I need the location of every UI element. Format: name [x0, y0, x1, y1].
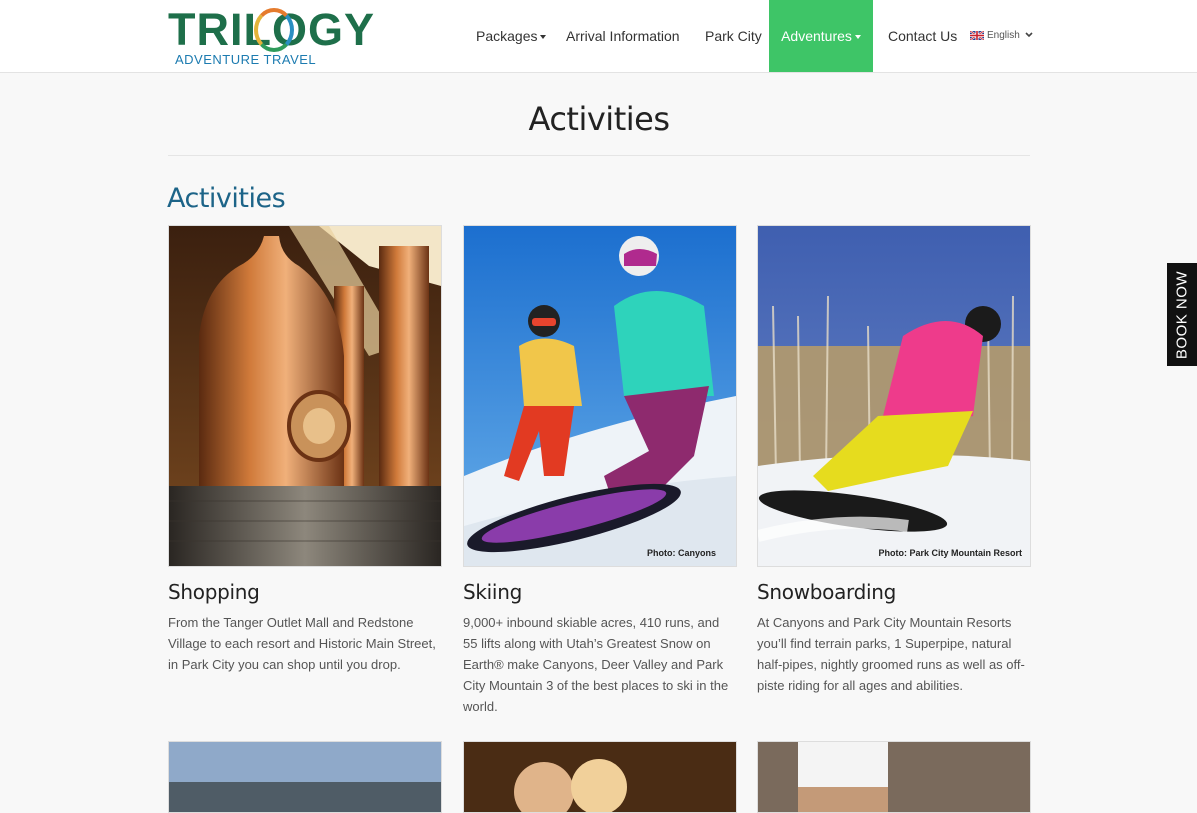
nav-adventures[interactable]: Adventures — [769, 0, 873, 72]
logo-subtitle: ADVENTURE TRAVEL — [175, 52, 317, 67]
book-now-tab[interactable]: BOOK NOW — [1167, 263, 1197, 366]
activity-card-skiing: Photo: Canyons Skiing 9,000+ inbound ski… — [463, 225, 737, 714]
page-title: Activities — [528, 100, 670, 138]
nav-packages[interactable]: Packages — [476, 0, 547, 72]
activity-card-shopping: Shopping From the Tanger Outlet Mall and… — [168, 225, 442, 672]
card-description: 9,000+ inbound skiable acres, 410 runs, … — [463, 615, 729, 714]
site-header: TRILOGY ADVENTURE TRAVEL Packages Arriva… — [0, 0, 1197, 73]
nav-contact-us[interactable]: Contact Us — [888, 0, 957, 72]
card-description: From the Tanger Outlet Mall and Redstone… — [168, 615, 436, 672]
nav-park-city-label: Park City — [705, 28, 762, 44]
nav-adventures-label: Adventures — [781, 28, 852, 44]
shopping-image[interactable] — [168, 225, 442, 567]
activity-image-row2-2[interactable] — [463, 741, 737, 813]
caret-down-icon — [540, 35, 547, 40]
book-now-label: BOOK NOW — [1173, 270, 1191, 359]
nav-contact-label: Contact Us — [888, 28, 958, 44]
card-title: Snowboarding — [757, 580, 897, 604]
photo-credit: Photo: Park City Mountain Resort — [878, 548, 1022, 558]
trilogy-logo[interactable]: TRILOGY ADVENTURE TRAVEL — [168, 6, 374, 68]
photo-credit: Photo: Canyons — [647, 548, 716, 558]
card-title: Shopping — [168, 580, 260, 604]
nav-park-city[interactable]: Park City — [705, 0, 762, 72]
card-title: Skiing — [463, 580, 522, 604]
language-label: English — [987, 30, 1020, 41]
title-divider — [168, 155, 1030, 156]
logo-ring-icon — [254, 8, 294, 52]
uk-flag-icon — [970, 30, 984, 40]
chevron-down-icon[interactable] — [1025, 0, 1033, 72]
caret-down-icon — [854, 35, 861, 40]
section-title: Activities — [167, 183, 286, 214]
activity-image-row2-1[interactable] — [168, 741, 442, 813]
activity-image-row2-3[interactable] — [757, 741, 1031, 813]
language-selector[interactable]: English — [970, 0, 1020, 72]
nav-arrival-information[interactable]: Arrival Information — [566, 0, 680, 72]
activity-card-snowboarding: Photo: Park City Mountain Resort Snowboa… — [757, 225, 1031, 693]
nav-arrival-label: Arrival Information — [566, 28, 680, 44]
card-description: At Canyons and Park City Mountain Resort… — [757, 615, 1025, 693]
skiing-image[interactable]: Photo: Canyons — [463, 225, 737, 567]
nav-packages-label: Packages — [476, 28, 538, 44]
snowboarding-image[interactable]: Photo: Park City Mountain Resort — [757, 225, 1031, 567]
